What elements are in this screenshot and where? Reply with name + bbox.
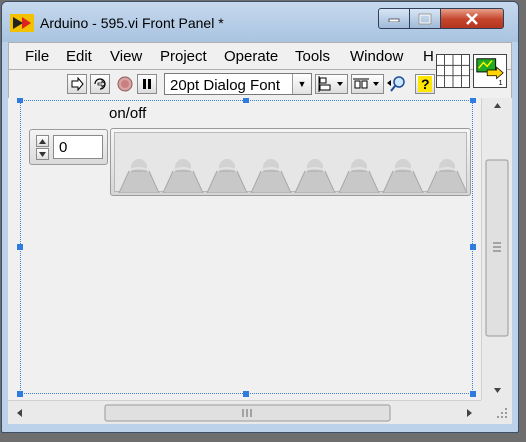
selection-handle[interactable]	[470, 98, 476, 103]
menu-file[interactable]: File	[25, 48, 49, 65]
resize-grip[interactable]	[481, 400, 512, 424]
led-indicator[interactable]	[381, 153, 425, 193]
led-array-elements	[114, 132, 469, 193]
menu-help[interactable]: H	[423, 48, 434, 65]
selection-handle[interactable]	[470, 244, 476, 250]
maximize-button[interactable]	[409, 8, 441, 29]
selection-handle[interactable]	[17, 244, 23, 250]
led-indicator[interactable]	[161, 153, 205, 193]
close-icon	[466, 12, 478, 25]
pause-icon	[143, 79, 151, 89]
selection-handle[interactable]	[243, 98, 249, 103]
run-arrow-icon	[71, 77, 84, 91]
run-continuously-icon	[94, 78, 106, 90]
search-icon	[387, 76, 405, 92]
scroll-down-arrow-icon	[494, 388, 501, 393]
vertical-scrollbar[interactable]	[481, 98, 512, 400]
distribute-objects-menu[interactable]	[351, 74, 384, 94]
vi-icon[interactable]: 1	[473, 54, 507, 88]
horizontal-scrollbar-track	[17, 404, 472, 422]
connector-pane-icon[interactable]	[436, 54, 470, 88]
menu-tools[interactable]: Tools	[295, 48, 330, 65]
pause-button[interactable]	[137, 74, 157, 94]
array-index-control: 0	[29, 129, 108, 165]
led-indicator[interactable]	[293, 153, 337, 193]
led-indicator[interactable]	[117, 153, 161, 193]
led-indicator[interactable]	[205, 153, 249, 193]
increment-button[interactable]	[36, 135, 49, 147]
svg-text:?: ?	[421, 76, 430, 92]
selection-handle[interactable]	[470, 391, 476, 397]
resize-grip-icon	[497, 408, 507, 418]
array-label[interactable]: on/off	[109, 105, 146, 122]
menu-project[interactable]: Project	[160, 48, 207, 65]
labview-app-icon	[10, 14, 34, 32]
context-help-icon: ?	[418, 76, 432, 92]
led-indicator[interactable]	[249, 153, 293, 193]
close-button[interactable]	[440, 8, 504, 29]
minimize-icon	[388, 18, 400, 22]
array-index-value: 0	[59, 139, 68, 156]
selection-handle[interactable]	[17, 98, 23, 103]
vertical-scrollbar-track	[485, 103, 509, 393]
led-indicator[interactable]	[337, 153, 381, 193]
front-panel-window: Arduino - 595.vi Front Panel * File Edit…	[1, 1, 519, 433]
context-help-button[interactable]: ?	[415, 74, 435, 94]
scroll-right-arrow-icon	[467, 409, 472, 417]
abort-icon	[117, 76, 133, 92]
window-title: Arduino - 595.vi Front Panel *	[40, 15, 224, 31]
array-index-input[interactable]: 0	[53, 135, 103, 159]
svg-text:1: 1	[498, 78, 502, 87]
search-button[interactable]	[386, 74, 410, 94]
boolean-array[interactable]	[110, 128, 471, 196]
abort-button[interactable]	[115, 74, 135, 94]
menu-edit[interactable]: Edit	[66, 48, 92, 65]
selection-handle[interactable]	[17, 391, 23, 397]
chevron-down-icon: ▼	[292, 74, 311, 94]
decrement-button[interactable]	[36, 148, 49, 160]
align-objects-menu[interactable]	[315, 74, 348, 94]
maximize-icon	[418, 13, 432, 24]
chevron-up-icon	[39, 138, 46, 144]
toolbar: 20pt Dialog Font ▼ ? 1	[8, 54, 512, 98]
align-objects-icon	[318, 76, 343, 92]
chevron-down-icon	[39, 151, 46, 157]
scroll-up-arrow-icon	[494, 103, 501, 108]
led-indicator[interactable]	[425, 153, 469, 193]
selection-handle[interactable]	[243, 391, 249, 397]
front-panel-canvas[interactable]: on/off 0	[8, 98, 481, 400]
font-selector-value: 20pt Dialog Font	[170, 77, 281, 94]
horizontal-scrollbar[interactable]	[8, 400, 481, 424]
title-bar[interactable]: Arduino - 595.vi Front Panel *	[2, 2, 518, 42]
font-selector[interactable]: 20pt Dialog Font ▼	[164, 73, 312, 95]
distribute-objects-icon	[353, 78, 379, 89]
minimize-button[interactable]	[378, 8, 410, 29]
run-continuously-button[interactable]	[90, 74, 110, 94]
menu-operate[interactable]: Operate	[224, 48, 278, 65]
menu-view[interactable]: View	[110, 48, 142, 65]
run-button[interactable]	[67, 74, 87, 94]
menu-window[interactable]: Window	[350, 48, 403, 65]
vertical-scroll-thumb	[485, 159, 509, 337]
scroll-left-arrow-icon	[17, 409, 22, 417]
